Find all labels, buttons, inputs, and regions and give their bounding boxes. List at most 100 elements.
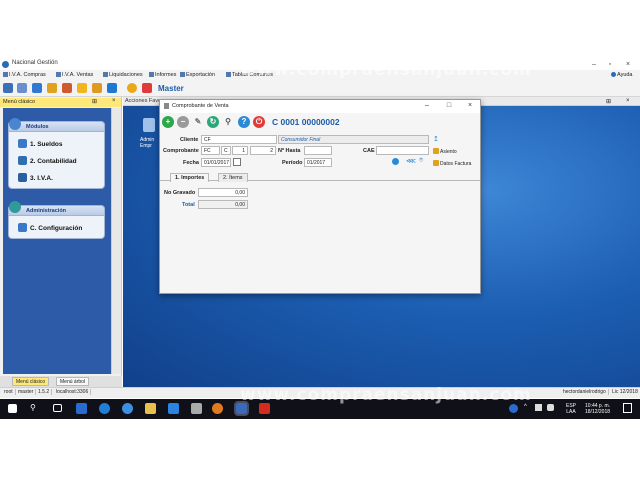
comp-pv-field[interactable]: 1	[232, 146, 248, 155]
tab-importes[interactable]: 1. Importes	[170, 173, 210, 182]
lightbulb-icon[interactable]	[127, 83, 137, 93]
status-version: 1.5.2	[36, 389, 53, 395]
close-icon[interactable]: ×	[620, 59, 636, 70]
watermark-bottom: www.compraensanjuan.com	[240, 385, 532, 405]
edit-pencil-icon[interactable]: ✎	[192, 116, 204, 128]
menu-iva-ventas[interactable]: I.V.A. Ventas	[56, 72, 93, 78]
store-icon[interactable]	[76, 403, 87, 414]
modulos-group-header[interactable]	[8, 121, 105, 132]
comp-num-field[interactable]: 2	[250, 146, 276, 155]
module-contabilidad[interactable]: 2. Contabilidad	[18, 156, 77, 165]
menu-ayuda[interactable]: Ayuda	[611, 72, 633, 78]
module-configuracion[interactable]: C. Configuración	[18, 223, 82, 232]
watermark-top: www.compraensanjuan.com	[240, 60, 532, 80]
status-company: master	[16, 389, 37, 395]
list-icon[interactable]	[3, 83, 13, 93]
dropbox-icon[interactable]	[168, 403, 179, 414]
administracion-title: Administración	[26, 208, 67, 214]
cae-field[interactable]	[376, 146, 429, 155]
sueldos-icon	[18, 139, 27, 148]
contabilidad-icon	[18, 156, 27, 165]
app-title: Nacional Gestión	[12, 60, 58, 66]
link-arrow-icon[interactable]: ↥	[433, 135, 439, 143]
company-master-label: Master	[158, 84, 184, 93]
cae-label: CAE	[363, 148, 375, 154]
tray-help-icon[interactable]	[509, 404, 518, 413]
periodo-field[interactable]: 01/2017	[304, 158, 332, 167]
comp-letter-field[interactable]: C	[221, 146, 231, 155]
tab-menu-clasico[interactable]: Menú clásico	[12, 377, 50, 386]
dialog-doc-icon	[164, 103, 169, 109]
tray-language[interactable]: ESP LAA	[566, 403, 576, 415]
menu-liquidaciones[interactable]: Liquidaciones	[103, 72, 143, 78]
calendar-icon[interactable]	[107, 83, 117, 93]
tab-acciones-favoritas[interactable]: Acciones Favo	[125, 98, 161, 104]
menu-informes[interactable]: Informes	[149, 72, 176, 78]
tray-volume-icon[interactable]	[547, 404, 554, 411]
taskbar-search-icon[interactable]: ⚲	[30, 403, 41, 414]
importes-panel	[161, 182, 479, 292]
no-gravado-field[interactable]: 0,00	[198, 188, 248, 197]
tray-network-icon[interactable]	[535, 404, 542, 411]
windows-start-icon[interactable]	[8, 404, 17, 413]
tray-clock[interactable]: 10:44 p. m. 18/12/2018	[585, 403, 610, 415]
tree-icon[interactable]	[17, 83, 27, 93]
desktop-close-icon[interactable]: ×	[626, 98, 630, 104]
tab-menu-arbol[interactable]: Menú árbol	[56, 377, 90, 386]
menu-exportacion[interactable]: Exportación	[180, 72, 215, 78]
remove-button[interactable]: −	[177, 116, 189, 128]
key-icon[interactable]	[92, 83, 102, 93]
file-explorer-icon[interactable]	[145, 403, 156, 414]
status-license: Lic 12/2018	[612, 389, 638, 395]
cliente-code-field[interactable]: CF	[201, 135, 277, 144]
nro-hasta-field[interactable]	[304, 146, 332, 155]
share-icon[interactable]: ⋘	[406, 157, 416, 165]
informes-icon	[149, 72, 154, 77]
datos-factura-link[interactable]: Datos Factura	[433, 160, 471, 167]
left-scrollbar[interactable]	[111, 108, 121, 374]
mail-icon[interactable]	[77, 83, 87, 93]
firefox-icon[interactable]	[212, 403, 223, 414]
dialog-maximize-icon[interactable]: □	[442, 101, 456, 111]
panel-close-icon[interactable]: ×	[112, 98, 116, 104]
power-button[interactable]: ⏻	[253, 116, 265, 128]
folder-icon[interactable]	[47, 83, 57, 93]
window-icon[interactable]	[32, 83, 42, 93]
datos-factura-icon	[433, 160, 439, 166]
configuracion-icon	[18, 223, 27, 232]
search-icon[interactable]: ⚲	[222, 116, 234, 128]
no-gravado-label: No Gravado	[164, 190, 196, 196]
add-button[interactable]: +	[162, 116, 174, 128]
app-logo-icon	[2, 61, 9, 68]
exportacion-icon	[180, 72, 185, 77]
minimize-icon[interactable]: –	[586, 59, 602, 70]
dialog-title: Comprobante de Venta	[172, 103, 229, 109]
menu-iva-compras[interactable]: I.V.A. Compras	[3, 72, 46, 78]
dialog-minimize-icon[interactable]: –	[420, 101, 434, 111]
asiento-link[interactable]: Asiento	[433, 148, 457, 155]
exit-icon[interactable]	[142, 83, 152, 93]
teamviewer-icon[interactable]	[122, 403, 133, 414]
fecha-field[interactable]: 01/01/2017	[201, 158, 231, 167]
help-button[interactable]: ?	[238, 116, 250, 128]
pin-icon[interactable]: ⊞	[92, 98, 97, 105]
desktop-pin-icon[interactable]: ⊞	[606, 98, 611, 105]
task-view-icon[interactable]	[53, 404, 62, 412]
module-iva[interactable]: 3. I.V.A.	[18, 173, 53, 182]
location-icon[interactable]: ⌾	[419, 157, 423, 165]
refresh-button[interactable]: ↻	[207, 116, 219, 128]
restore-icon[interactable]: ▫	[602, 59, 618, 70]
settings-app-icon[interactable]	[191, 403, 202, 414]
admin-shortcut-icon[interactable]	[143, 118, 155, 132]
calendar-picker-icon[interactable]	[233, 158, 241, 166]
chart-icon[interactable]	[62, 83, 72, 93]
document-number: C 0001 00000002	[272, 117, 340, 127]
comp-type-field[interactable]: FC	[201, 146, 220, 155]
dialog-close-icon[interactable]: ×	[463, 101, 477, 111]
edge-icon[interactable]	[99, 403, 110, 414]
globe-icon[interactable]	[392, 158, 399, 165]
admin-shortcut-label: Admin Empr	[140, 137, 155, 149]
notifications-icon[interactable]	[623, 403, 632, 413]
module-sueldos[interactable]: 1. Sueldos	[18, 139, 63, 148]
tab-items[interactable]: 2. Ítems	[218, 173, 248, 182]
